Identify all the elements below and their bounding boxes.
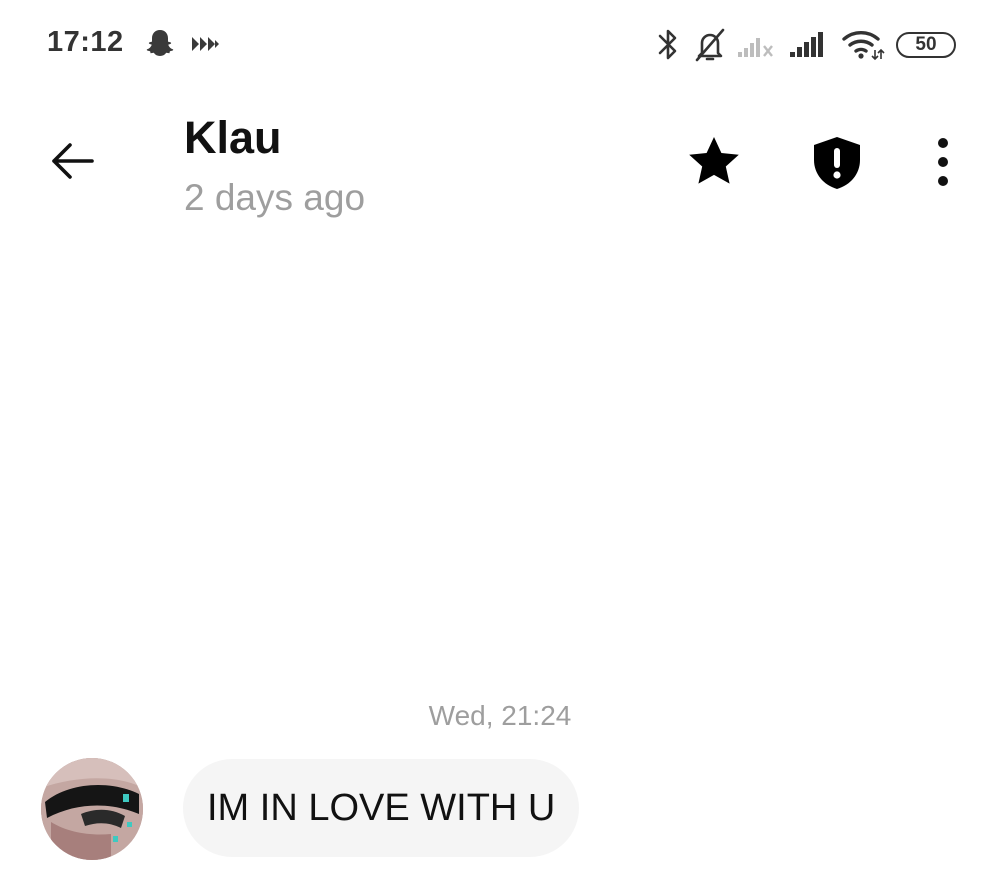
message-bubble[interactable]: IM IN LOVE WITH U: [183, 759, 580, 857]
contact-name[interactable]: Klau: [184, 112, 282, 164]
wifi-icon: [842, 31, 885, 61]
message-timestamp: Wed, 21:24: [0, 700, 1000, 732]
battery-icon: 50: [896, 32, 956, 58]
signal-weak-icon: [738, 38, 773, 57]
bluetooth-icon: [658, 29, 677, 60]
bell-muted-icon: [695, 28, 725, 62]
shield-alert-icon[interactable]: [808, 134, 866, 192]
message-text: IM IN LOVE WITH U: [207, 787, 556, 829]
message-timestamp-text: Wed, 21:24: [428, 700, 572, 731]
avatar[interactable]: [41, 758, 143, 860]
avatar-photo: [41, 758, 143, 860]
star-icon[interactable]: [686, 134, 742, 190]
signal-strong-icon: [790, 32, 823, 57]
chat-header: Klau 2 days ago: [0, 90, 1000, 240]
status-time: 17:12: [47, 26, 124, 58]
media-forward-icon: [192, 37, 219, 51]
status-bar: 17:12 50: [0, 0, 1000, 90]
snapchat-ghost-icon: [146, 30, 174, 56]
back-arrow-icon[interactable]: [44, 138, 100, 184]
last-seen-status: 2 days ago: [184, 177, 366, 218]
more-vertical-icon[interactable]: [926, 136, 960, 188]
